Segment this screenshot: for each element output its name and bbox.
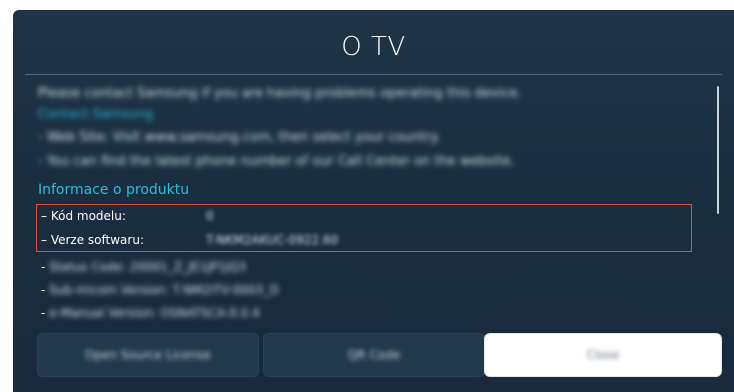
- open-source-license-label: Open Source License: [84, 348, 212, 362]
- close-button[interactable]: Close: [484, 333, 722, 377]
- dialog-title: O TV: [341, 32, 406, 62]
- open-source-license-button[interactable]: Open Source License: [37, 333, 259, 377]
- status-code-row: - Status Code: 20001_Z_JE1JP1JQ3: [41, 260, 246, 274]
- contact-samsung-link[interactable]: Contact Samsung: [38, 107, 153, 122]
- about-tv-dialog: O TV Please contact Samsung if you are h…: [13, 10, 734, 392]
- qr-code-label: QR Code: [347, 348, 401, 362]
- product-info-heading: Informace o produktu: [38, 182, 190, 198]
- row-dash: –: [41, 209, 47, 223]
- row-dash: -: [41, 283, 46, 297]
- software-version-value: T-NKM2AKUC-0922.60: [206, 233, 339, 247]
- status-code-text: Status Code: 20001_Z_JE1JP1JQ3: [49, 260, 246, 274]
- software-version-label: Verze softwaru:: [50, 233, 144, 247]
- model-code-label: Kód modelu:: [50, 209, 126, 223]
- software-version-row: – Verze softwaru: T-NKM2AKUC-0922.60: [41, 233, 338, 247]
- contact-info-text: Please contact Samsung if you are having…: [38, 86, 522, 101]
- qr-code-button[interactable]: QR Code: [263, 333, 485, 377]
- close-label: Close: [586, 348, 620, 362]
- row-dash: –: [41, 233, 47, 247]
- emanual-version-text: e-Manual Version: OSNATSCA-0.0.4: [49, 306, 260, 320]
- scrollbar[interactable]: [717, 86, 719, 214]
- emanual-version-row: - e-Manual Version: OSNATSCA-0.0.4: [41, 306, 260, 320]
- title-divider: [25, 74, 722, 75]
- row-dash: -: [41, 260, 46, 274]
- row-dash: -: [41, 306, 46, 320]
- sub-micom-text: Sub-micom Version: T-NM2ITV-0003_D: [49, 283, 279, 297]
- model-code-value: 0: [206, 209, 214, 223]
- sub-micom-row: - Sub-micom Version: T-NM2ITV-0003_D: [41, 283, 279, 297]
- model-code-row: – Kód modelu: 0: [41, 209, 214, 223]
- callcenter-info-text: - You can find the latest phone number o…: [38, 154, 515, 169]
- website-info-text: - Web Site: Visit www.samsung.com, then …: [38, 130, 441, 145]
